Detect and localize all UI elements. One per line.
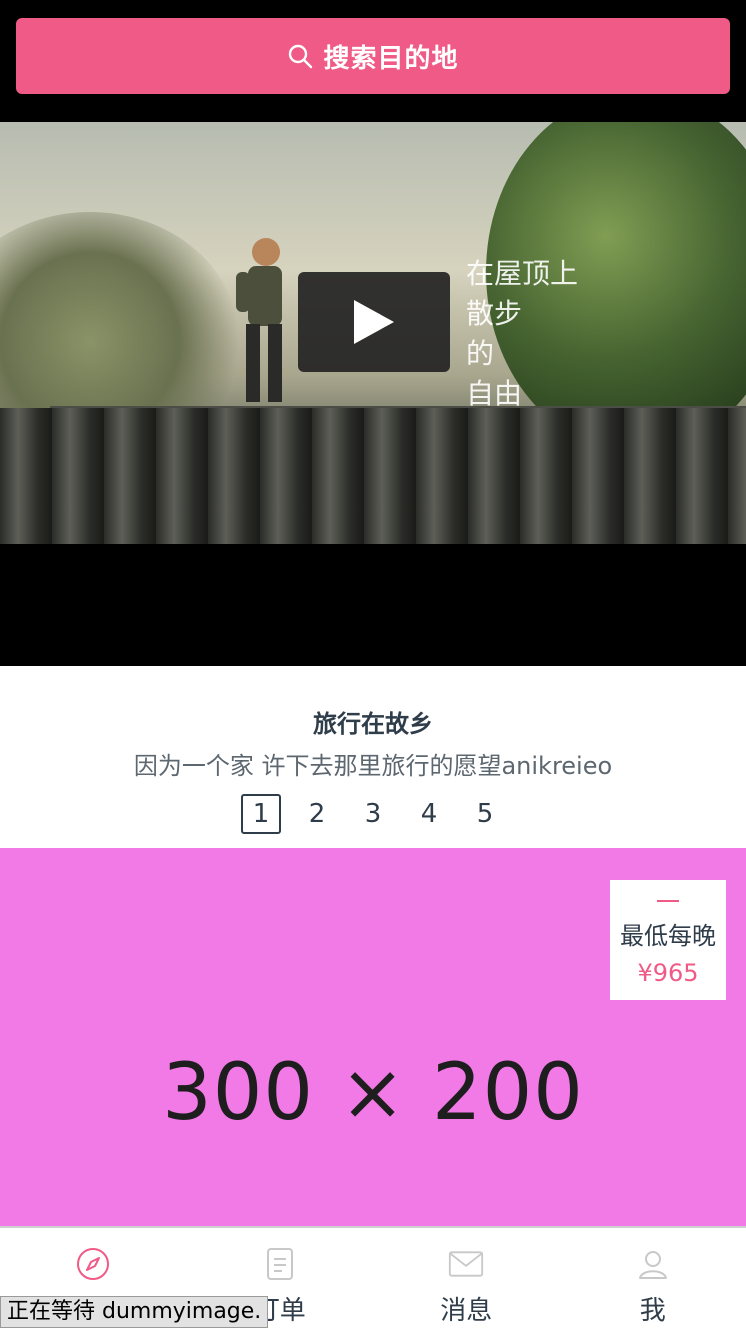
- story-subtitle: 因为一个家 许下去那里旅行的愿望anikreieo: [133, 752, 613, 780]
- loading-status-bar: 正在等待 dummyimage.: [0, 1296, 269, 1328]
- search-destination-button[interactable]: 搜索目的地: [16, 18, 730, 94]
- tab-me-label: 我: [639, 1296, 666, 1326]
- page-1-button[interactable]: 1: [241, 794, 281, 834]
- video-roof: [0, 408, 746, 544]
- top-bar: 搜索目的地: [0, 0, 746, 122]
- listing-card[interactable]: 300 × 200 最低每晚 ¥965: [0, 848, 746, 1228]
- compass-icon: [75, 1246, 111, 1282]
- mail-icon: [448, 1246, 484, 1282]
- overlay-line-3: 的: [466, 337, 495, 370]
- listing-image-placeholder: 300 × 200: [162, 1048, 584, 1138]
- search-icon: [289, 44, 313, 69]
- price-dash-divider: [657, 900, 679, 902]
- overlay-line-2: 散步: [466, 297, 523, 330]
- price-value: ¥965: [637, 959, 699, 987]
- tab-messages[interactable]: 消息: [373, 1228, 560, 1328]
- overlay-line-4: 自由: [466, 377, 523, 410]
- play-icon: [354, 300, 394, 344]
- video-player[interactable]: 在屋顶上 散步 的 自由: [0, 122, 746, 666]
- page-3-button[interactable]: 3: [353, 794, 393, 834]
- search-button-label: 搜索目的地: [323, 43, 459, 74]
- video-person-figure: [236, 238, 282, 402]
- story-info: 旅行在故乡 因为一个家 许下去那里旅行的愿望anikreieo 1 2 3 4 …: [0, 666, 746, 848]
- document-icon: [262, 1246, 298, 1282]
- tab-me[interactable]: 我: [560, 1228, 746, 1328]
- price-label: 最低每晚: [620, 922, 716, 950]
- overlay-line-1: 在屋顶上: [466, 257, 579, 290]
- pagination: 1 2 3 4 5: [0, 794, 746, 834]
- play-button[interactable]: [298, 272, 450, 372]
- video-overlay-text: 在屋顶上 散步 的 自由: [466, 254, 578, 414]
- story-title: 旅行在故乡: [313, 710, 433, 738]
- price-badge: 最低每晚 ¥965: [610, 880, 726, 1000]
- user-icon: [635, 1246, 671, 1282]
- page-4-button[interactable]: 4: [409, 794, 449, 834]
- page-5-button[interactable]: 5: [465, 794, 505, 834]
- tab-messages-label: 消息: [440, 1296, 493, 1326]
- page-2-button[interactable]: 2: [297, 794, 337, 834]
